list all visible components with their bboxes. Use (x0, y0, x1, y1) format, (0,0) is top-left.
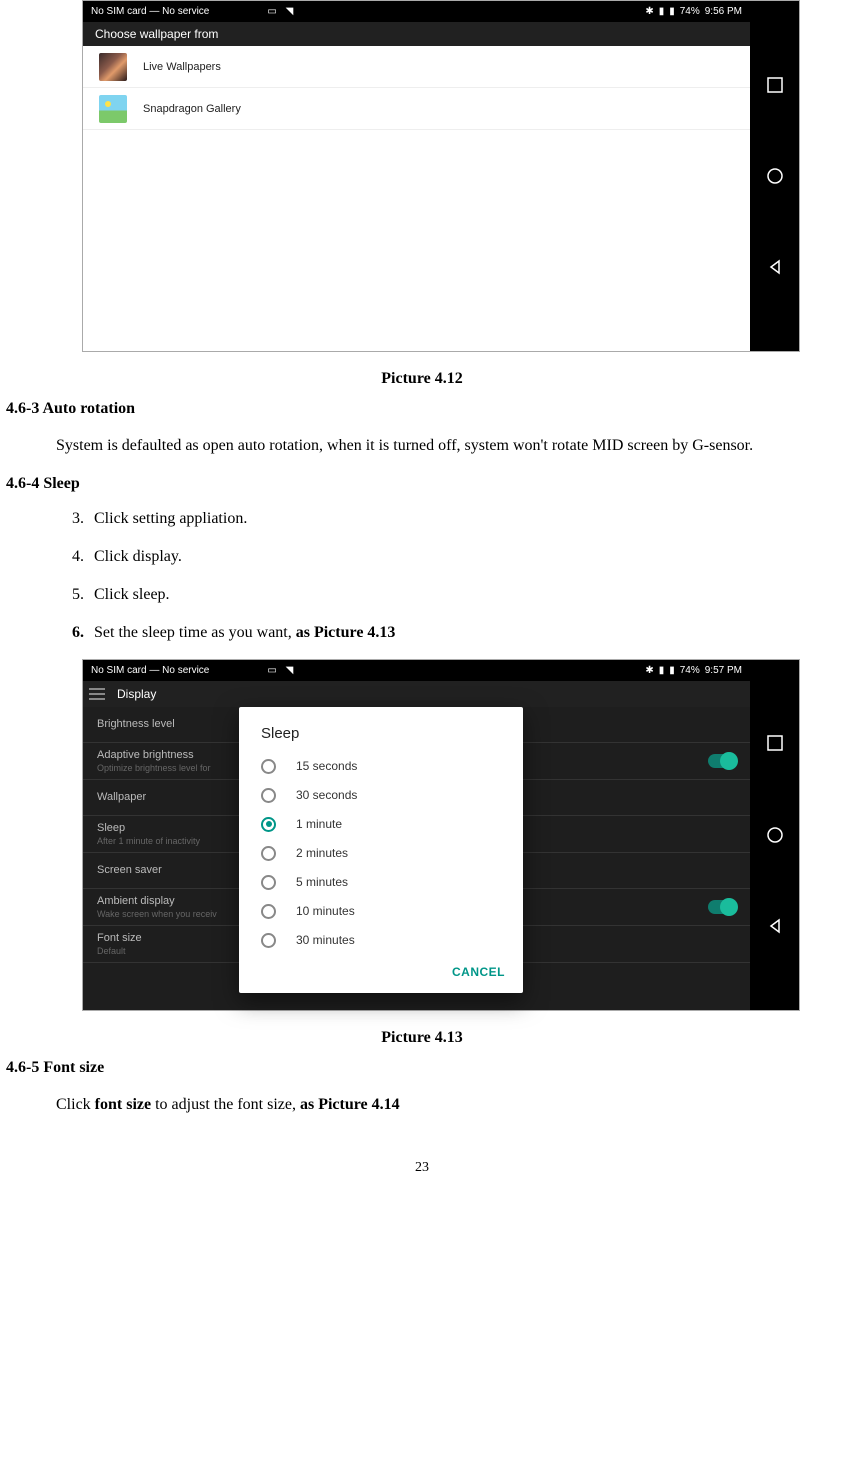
figure-4-12: No SIM card — No service ▭ ◥ ✱ ▮ ▮ 74% 9… (82, 0, 800, 352)
android-navbar (750, 1, 799, 351)
back-icon[interactable] (766, 258, 784, 276)
battery-percent: 74% (680, 665, 700, 676)
status-right: ✱ ▮ ▮ 74% 9:56 PM (645, 6, 742, 17)
step-text: Click setting appliation. (94, 507, 838, 531)
recent-apps-icon[interactable] (766, 76, 784, 94)
step-number: 4. (56, 545, 84, 569)
step-number: 5. (56, 583, 84, 607)
clock: 9:56 PM (705, 6, 742, 17)
radio-icon (261, 846, 276, 861)
section-heading-4-6-4: 4.6-4 Sleep (6, 475, 838, 493)
section-heading-4-6-3: 4.6-3 Auto rotation (6, 400, 838, 418)
phone-screen: No SIM card — No service ▭ ◥ ✱ ▮ ▮ 74% 9… (83, 1, 750, 351)
item-label: Live Wallpapers (143, 61, 221, 73)
toggle-switch[interactable] (708, 900, 736, 914)
sleep-option[interactable]: 2 minutes (239, 839, 523, 868)
settings-header: Display (83, 681, 750, 707)
radio-icon (261, 904, 276, 919)
toggle-switch[interactable] (708, 754, 736, 768)
figure-4-13: No SIM card — No service ▭ ◥ ✱ ▮ ▮ 74% 9… (82, 659, 800, 1011)
battery-icon: ▮ (669, 6, 675, 17)
recent-apps-icon[interactable] (766, 734, 784, 752)
bluetooth-icon: ✱ (645, 665, 653, 676)
bluetooth-icon: ✱ (645, 6, 653, 17)
cancel-button[interactable]: CANCEL (452, 965, 505, 979)
home-icon[interactable] (766, 167, 784, 185)
step-text: Click sleep. (94, 583, 838, 607)
home-icon[interactable] (766, 826, 784, 844)
status-bar: No SIM card — No service ▭ ◥ ✱ ▮ ▮ 74% 9… (83, 1, 750, 22)
phone-screen: No SIM card — No service ▭ ◥ ✱ ▮ ▮ 74% 9… (83, 660, 750, 1010)
step-text: Set the sleep time as you want, as Pictu… (94, 621, 838, 645)
signal-icon: ▮ (659, 6, 665, 17)
battery-icon: ▮ (669, 665, 675, 676)
radio-icon (261, 788, 276, 803)
list-item: 6. Set the sleep time as you want, as Pi… (56, 621, 838, 645)
status-notif-icons: ▭ ◥ (267, 6, 296, 17)
section-body: Click font size to adjust the font size,… (56, 1091, 838, 1120)
back-icon[interactable] (766, 917, 784, 935)
status-notif-icons: ▭ ◥ (267, 665, 296, 676)
section-body: System is defaulted as open auto rotatio… (56, 432, 838, 461)
list-item: 5. Click sleep. (56, 583, 838, 607)
step-number: 6. (56, 621, 84, 645)
wallpaper-source-item[interactable]: Live Wallpapers (83, 46, 750, 88)
steps-list: 3. Click setting appliation. 4. Click di… (56, 507, 838, 645)
radio-icon (261, 817, 276, 832)
page-number: 23 (6, 1160, 838, 1176)
radio-icon (261, 933, 276, 948)
figure-caption: Picture 4.13 (6, 1029, 838, 1047)
live-wallpapers-icon (99, 53, 127, 81)
list-item: 4. Click display. (56, 545, 838, 569)
hamburger-icon[interactable] (89, 688, 105, 700)
signal-icon: ▮ (659, 665, 665, 676)
clock: 9:57 PM (705, 665, 742, 676)
sim-status: No SIM card — No service (91, 6, 209, 17)
step-text: Click display. (94, 545, 838, 569)
sleep-option[interactable]: 30 minutes (239, 926, 523, 955)
step-number: 3. (56, 507, 84, 531)
wallpaper-source-list: Live Wallpapers Snapdragon Gallery (83, 46, 750, 130)
sim-status: No SIM card — No service (91, 665, 209, 676)
battery-percent: 74% (680, 6, 700, 17)
sleep-option[interactable]: 10 minutes (239, 897, 523, 926)
section-heading-4-6-5: 4.6-5 Font size (6, 1059, 838, 1077)
wallpaper-source-item[interactable]: Snapdragon Gallery (83, 88, 750, 130)
sleep-option[interactable]: 1 minute (239, 810, 523, 839)
status-right: ✱ ▮ ▮ 74% 9:57 PM (645, 665, 742, 676)
status-bar: No SIM card — No service ▭ ◥ ✱ ▮ ▮ 74% 9… (83, 660, 750, 681)
dialog-title: Sleep (239, 725, 523, 752)
radio-icon (261, 759, 276, 774)
display-settings-list: Brightness level Adaptive brightnessOpti… (83, 707, 750, 1010)
android-navbar (750, 660, 799, 1010)
item-label: Snapdragon Gallery (143, 103, 241, 115)
sleep-dialog: Sleep 15 seconds 30 seconds 1 minute 2 m… (239, 707, 523, 993)
list-item: 3. Click setting appliation. (56, 507, 838, 531)
header-title: Display (117, 687, 156, 701)
gallery-icon (99, 95, 127, 123)
sleep-option[interactable]: 5 minutes (239, 868, 523, 897)
sleep-option[interactable]: 15 seconds (239, 752, 523, 781)
radio-icon (261, 875, 276, 890)
dialog-header: Choose wallpaper from (83, 22, 750, 46)
sleep-option[interactable]: 30 seconds (239, 781, 523, 810)
figure-caption: Picture 4.12 (6, 370, 838, 388)
